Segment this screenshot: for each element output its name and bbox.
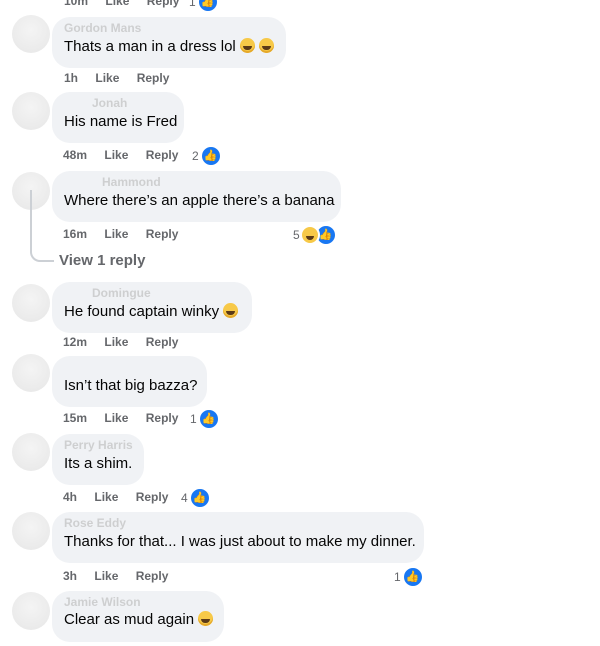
- comment-actions: 1h Like Reply: [64, 71, 183, 85]
- comment-bubble: Jamie Wilson Clear as mud again: [52, 591, 224, 642]
- comment-text: His name is Fred: [64, 113, 178, 130]
- comment-author[interactable]: Gordon Mans: [64, 21, 141, 35]
- reply-link[interactable]: Reply: [146, 411, 179, 425]
- like-link[interactable]: Like: [94, 569, 118, 583]
- like-link[interactable]: Like: [95, 71, 119, 85]
- comment-actions: 15m Like Reply: [63, 411, 192, 425]
- comment-actions: 3h Like Reply: [63, 569, 182, 583]
- reaction-count[interactable]: 4 👍: [181, 487, 211, 509]
- like-reaction-icon: 👍: [188, 487, 211, 509]
- laughing-icon: [239, 38, 255, 53]
- comment-time: 15m: [63, 411, 88, 425]
- reply-link[interactable]: Reply: [146, 148, 179, 162]
- comment-text: Clear as mud again: [64, 611, 214, 628]
- comment-text: Thanks for that... I was just about to m…: [64, 533, 416, 550]
- avatar[interactable]: [12, 592, 50, 630]
- comment-text: He found captain winky: [64, 303, 239, 320]
- avatar[interactable]: [12, 15, 50, 53]
- like-reaction-icon: 👍: [196, 0, 219, 13]
- rolling-laughing-icon: [223, 303, 239, 318]
- comment-text: Its a shim.: [64, 455, 133, 472]
- like-reaction-icon: 👍: [401, 566, 424, 588]
- comment-text: Isn’t that big bazza?: [64, 377, 198, 394]
- comment-author[interactable]: Rose Eddy: [64, 516, 126, 530]
- comment-author[interactable]: Perry Harris: [64, 438, 133, 452]
- avatar[interactable]: [12, 354, 50, 392]
- comment-bubble: Isn’t that big bazza?: [52, 356, 207, 407]
- avatar[interactable]: [12, 512, 50, 550]
- reply-link[interactable]: Reply: [137, 71, 170, 85]
- comment-actions: 12m Like Reply: [63, 335, 192, 349]
- comment-text: Where there’s an apple there’s a banana: [64, 192, 335, 209]
- avatar[interactable]: [12, 433, 50, 471]
- comment-time: 1h: [64, 71, 79, 85]
- like-link[interactable]: Like: [104, 411, 128, 425]
- comment-actions: 16m Like Reply: [63, 227, 192, 241]
- comment-bubble: Domingue He found captain winky: [52, 282, 252, 333]
- reply-link[interactable]: Reply: [146, 335, 179, 349]
- reply-link[interactable]: Reply: [136, 490, 169, 504]
- comment-time: 10m: [64, 0, 89, 8]
- comment-actions: 48m Like Reply: [63, 148, 192, 162]
- comment-time: 48m: [63, 148, 88, 162]
- like-link[interactable]: Like: [94, 490, 118, 504]
- reaction-count[interactable]: 1 👍: [394, 566, 424, 588]
- comment-time: 16m: [63, 227, 88, 241]
- haha-reaction-icon: [299, 225, 320, 245]
- comment-text: Thats a man in a dress lol: [64, 38, 274, 55]
- like-link[interactable]: Like: [104, 148, 128, 162]
- reply-link[interactable]: Reply: [146, 227, 179, 241]
- comment-actions: 4h Like Reply: [63, 490, 182, 504]
- comment-author[interactable]: Jonah: [92, 96, 127, 110]
- reaction-count[interactable]: 1 👍: [189, 0, 219, 13]
- like-reaction-icon: 👍: [197, 408, 220, 430]
- reaction-count[interactable]: 2 👍: [192, 145, 222, 167]
- comment-author[interactable]: Jamie Wilson: [64, 595, 141, 609]
- reaction-count[interactable]: 1 👍: [190, 408, 220, 430]
- like-link[interactable]: Like: [104, 335, 128, 349]
- reply-link[interactable]: Reply: [136, 569, 169, 583]
- comment-actions-top: 10m Like Reply: [64, 0, 193, 8]
- like-link[interactable]: Like: [104, 227, 128, 241]
- comment-author[interactable]: Hammond: [102, 175, 161, 189]
- comment-bubble: Gordon Mans Thats a man in a dress lol: [52, 17, 286, 68]
- view-replies-link[interactable]: View 1 reply: [59, 252, 145, 269]
- comment-bubble: Jonah His name is Fred: [52, 92, 184, 143]
- reaction-count[interactable]: 5 👍: [293, 224, 337, 246]
- comment-time: 12m: [63, 335, 88, 349]
- avatar[interactable]: [12, 284, 50, 322]
- eye-roll-icon: [198, 611, 214, 626]
- avatar[interactable]: [12, 92, 50, 130]
- like-reaction-icon: 👍: [199, 145, 222, 167]
- comment-bubble: Hammond Where there’s an apple there’s a…: [52, 171, 341, 222]
- reply-link[interactable]: Reply: [147, 0, 180, 8]
- comment-time: 4h: [63, 490, 78, 504]
- comment-bubble: Perry Harris Its a shim.: [52, 434, 144, 485]
- comment-time: 3h: [63, 569, 78, 583]
- like-link[interactable]: Like: [105, 0, 129, 8]
- reply-thread-line: [30, 190, 54, 262]
- comment-author[interactable]: Domingue: [92, 286, 151, 300]
- comment-bubble: Rose Eddy Thanks for that... I was just …: [52, 512, 424, 563]
- laughing-icon: [258, 38, 274, 53]
